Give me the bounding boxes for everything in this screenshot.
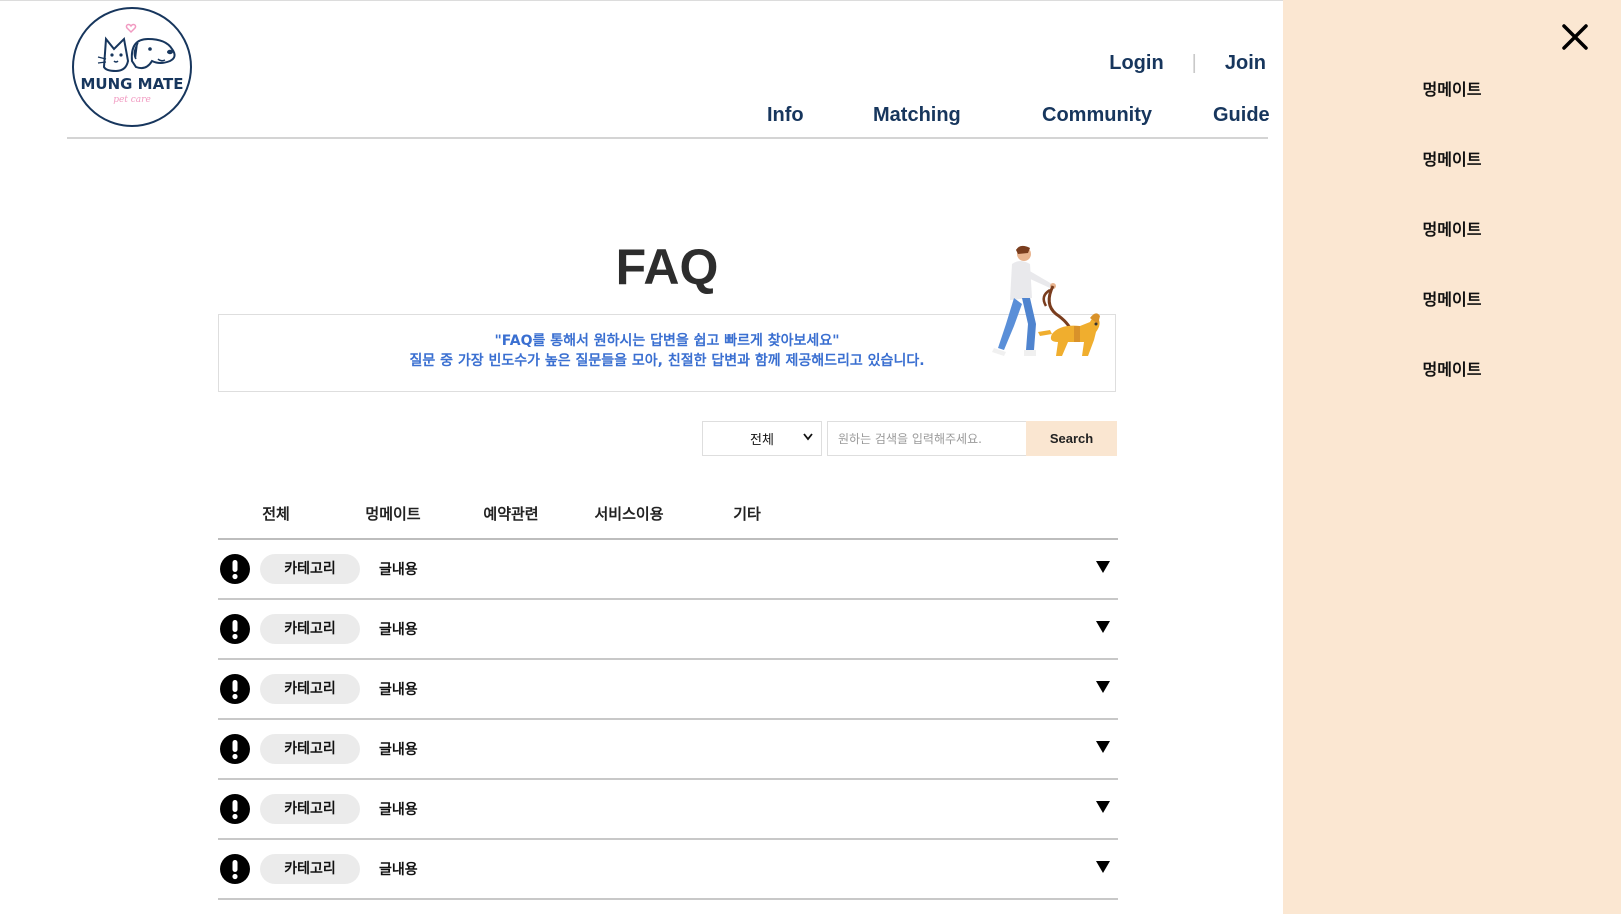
page-title: FAQ — [615, 239, 719, 295]
nav-item-community[interactable]: Community — [1042, 104, 1152, 127]
category-chip: 카테고리 — [260, 674, 360, 704]
nav-item-matching[interactable]: Matching — [873, 104, 961, 127]
category-chip: 카테고리 — [260, 554, 360, 584]
faq-row[interactable]: 카테고리 글내용 — [218, 840, 1118, 900]
tab-mungmate[interactable]: 멍메이트 — [365, 503, 420, 524]
exclamation-circle-icon — [220, 854, 250, 884]
nav-item-guide[interactable]: Guide — [1213, 104, 1270, 127]
faq-question-text: 글내용 — [379, 742, 418, 758]
faq-category-tabs: 전체 멍메이트 예약관련 서비스이용 기타 — [218, 503, 1118, 525]
tab-etc[interactable]: 기타 — [733, 503, 761, 524]
faq-question-text: 글내용 — [379, 562, 418, 578]
faq-row[interactable]: 카테고리 글내용 — [218, 720, 1118, 780]
logo-mascot-icon — [97, 23, 176, 73]
logo-tagline: pet care — [113, 95, 151, 105]
auth-separator: | — [1191, 52, 1197, 74]
category-chip: 카테고리 — [260, 614, 360, 644]
triangle-down-icon[interactable] — [1096, 680, 1110, 694]
triangle-down-icon[interactable] — [1096, 800, 1110, 814]
triangle-down-icon[interactable] — [1096, 860, 1110, 874]
side-menu-item[interactable]: 멍메이트 — [1283, 286, 1621, 310]
faq-question-text: 글내용 — [379, 682, 418, 698]
category-chip: 카테고리 — [260, 854, 360, 884]
category-chip: 카테고리 — [260, 794, 360, 824]
faq-row[interactable]: 카테고리 글내용 — [218, 540, 1118, 600]
nav-item-info[interactable]: Info — [767, 104, 804, 127]
triangle-down-icon[interactable] — [1096, 740, 1110, 754]
tab-all[interactable]: 전체 — [262, 503, 290, 524]
mungmate-logo[interactable]: MUNG MATE pet care — [72, 7, 192, 127]
faq-question-text: 글내용 — [379, 802, 418, 818]
side-menu-item[interactable]: 멍메이트 — [1283, 76, 1621, 100]
join-link[interactable]: Join — [1225, 52, 1266, 75]
faq-row[interactable]: 카테고리 글내용 — [218, 660, 1118, 720]
intro-description: 질문 중 가장 빈도수가 높은 질문들을 모아, 친절한 답변과 함께 제공해드… — [409, 353, 925, 369]
faq-question-text: 글내용 — [379, 622, 418, 638]
faq-list: 카테고리 글내용 카테고리 글내용 카테고리 글내용 카테고리 글내용 카테고리… — [218, 540, 1118, 900]
close-icon[interactable] — [1560, 22, 1590, 52]
tab-reservation[interactable]: 예약관련 — [483, 503, 538, 524]
exclamation-circle-icon — [220, 674, 250, 704]
triangle-down-icon[interactable] — [1096, 620, 1110, 634]
category-chip: 카테고리 — [260, 734, 360, 764]
side-menu-item[interactable]: 멍메이트 — [1283, 356, 1621, 380]
intro-headline: "FAQ를 통해서 원하시는 답변을 쉽고 빠르게 찾아보세요" — [494, 333, 840, 349]
faq-intro-box: "FAQ를 통해서 원하시는 답변을 쉽고 빠르게 찾아보세요" 질문 중 가장… — [218, 314, 1116, 392]
main-nav: Info Matching Community Guide — [767, 104, 1270, 132]
faq-row[interactable]: 카테고리 글내용 — [218, 600, 1118, 660]
side-menu-item[interactable]: 멍메이트 — [1283, 216, 1621, 240]
search-category-value: 전체 — [750, 433, 774, 448]
side-menu-item[interactable]: 멍메이트 — [1283, 146, 1621, 170]
side-menu-panel: 멍메이트 멍메이트 멍메이트 멍메이트 멍메이트 — [1283, 0, 1621, 914]
exclamation-circle-icon — [220, 794, 250, 824]
exclamation-circle-icon — [220, 614, 250, 644]
triangle-down-icon[interactable] — [1096, 560, 1110, 574]
faq-row[interactable]: 카테고리 글내용 — [218, 780, 1118, 840]
auth-links: Login | Join — [1109, 52, 1266, 75]
tab-service-use[interactable]: 서비스이용 — [594, 503, 663, 524]
dog-walking-illustration — [992, 245, 1100, 356]
search-button[interactable]: Search — [1026, 421, 1117, 456]
logo-wordmark: MUNG MATE — [80, 75, 184, 93]
header-divider — [67, 137, 1268, 139]
exclamation-circle-icon — [220, 554, 250, 584]
exclamation-circle-icon — [220, 734, 250, 764]
search-input[interactable] — [827, 421, 1026, 456]
chevron-down-icon — [803, 433, 813, 444]
search-category-select[interactable]: 전체 — [702, 421, 822, 456]
login-link[interactable]: Login — [1109, 52, 1163, 75]
faq-question-text: 글내용 — [379, 862, 418, 878]
